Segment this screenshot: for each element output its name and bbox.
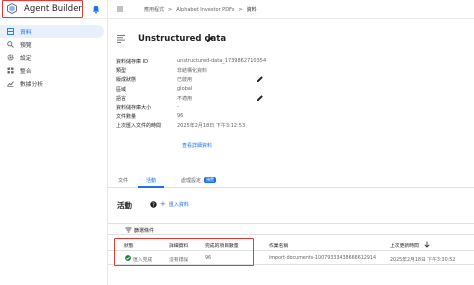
detail-row-language: 語言 不適用 [116, 94, 276, 103]
detail-label: 語言 [116, 95, 127, 102]
filter-icon [125, 227, 132, 233]
column-header-job-name[interactable]: 作業名稱 [269, 242, 288, 249]
row-last-updated: 2025年2月18日 下午3:30:52 [390, 258, 456, 263]
breadcrumb-current: 資料 [246, 7, 257, 13]
breadcrumb-apps[interactable]: 應用程式 [144, 6, 164, 13]
detail-row-region: 區域 global [116, 85, 276, 94]
unstructured-data-icon [117, 35, 125, 43]
detail-label: 上次匯入文件的時間 [116, 123, 162, 130]
sidebar-item-label: 整合 [20, 69, 32, 75]
svg-text:?: ? [152, 202, 155, 208]
highlight-box-status-columns [114, 238, 254, 266]
detail-row-size: 資料儲存庫大小 - [116, 103, 276, 112]
sidebar-item-integration[interactable]: 整合 [0, 64, 108, 77]
detail-value: 已啟用 [177, 77, 193, 84]
detail-row-document-count: 文件數量 96 [116, 112, 276, 121]
row-job-name: import-documents-10079333438666612914 [269, 256, 377, 261]
tab-activity[interactable]: 活動 [146, 177, 156, 184]
top-bar: 應用程式 > Alphabet Investor PDFs > 資料 [108, 0, 474, 19]
breadcrumb-separator: > [238, 6, 243, 13]
detail-row-store-id: 資料儲存庫 ID unstructured-data_1739862710354 [116, 57, 276, 66]
breadcrumb: 應用程式 > Alphabet Investor PDFs > 資料 [144, 6, 257, 14]
detail-label: 區域 [116, 86, 127, 93]
detail-value: - [177, 103, 179, 110]
highlight-box-app-title [2, 0, 83, 18]
sort-descending-icon[interactable] [424, 241, 430, 248]
detail-value: 非結構化資料 [177, 68, 208, 75]
sidebar-item-settings[interactable]: 設定 [0, 51, 108, 64]
detail-label: 文件數量 [116, 114, 137, 121]
detail-label: 資料儲存庫大小 [116, 104, 152, 111]
view-details-link[interactable]: 查看詳細資料 [182, 142, 212, 149]
detail-value: 96 [177, 113, 184, 120]
active-tab-indicator [138, 186, 164, 188]
sidebar: Agent Builder 資料 預覽 設定 整合 數據分析 [0, 0, 108, 285]
sidebar-item-preview[interactable]: 預覽 [0, 38, 108, 51]
detail-value: 不適用 [177, 95, 193, 102]
activity-title: 活動 [117, 201, 132, 210]
data-store-details: 資料儲存庫 ID unstructured-data_1739862710354… [116, 57, 276, 131]
edit-title-pencil-icon[interactable] [206, 35, 214, 43]
plus-icon: + [160, 200, 166, 208]
tab-documents[interactable]: 文件 [118, 177, 128, 184]
tab-bar: 文件 活動 處理設定 預覽 [108, 173, 474, 188]
filter-bar[interactable]: 篩選條件 [108, 223, 474, 235]
sidebar-item-label: 資料 [20, 30, 32, 36]
detail-label: 版成狀態 [116, 77, 137, 84]
filter-label: 篩選條件 [134, 228, 155, 234]
sidebar-item-label: 數據分析 [20, 82, 44, 88]
tab-processing-settings[interactable]: 處理設定 預覽 [181, 177, 217, 184]
detail-value: unstructured-data_1739862710354 [177, 58, 267, 64]
detail-row-type: 類型 非結構化資料 [116, 66, 276, 75]
sidebar-header: Agent Builder [0, 0, 108, 19]
database-icon [7, 28, 14, 35]
sidebar-item-analytics[interactable]: 數據分析 [0, 77, 108, 90]
chart-icon [7, 81, 14, 87]
edit-status-pencil-icon[interactable] [256, 75, 264, 83]
sidebar-item-label: 預覽 [20, 43, 32, 49]
pin-icon[interactable] [92, 5, 100, 14]
detail-label: 資料儲存庫 ID [116, 59, 148, 65]
sidebar-item-label: 設定 [20, 56, 32, 62]
search-icon [7, 41, 14, 48]
import-data-label: 匯入資料 [168, 201, 189, 208]
detail-value: 2025年2月18日 下午3:12:53 [177, 123, 246, 130]
detail-label: 類型 [116, 68, 127, 75]
import-data-button[interactable]: + 匯入資料 [160, 199, 189, 209]
gear-icon [7, 54, 14, 61]
preview-badge: 預覽 [204, 177, 217, 183]
detail-row-last-import: 上次匯入文件的時間 2025年2月18日 下午3:12:53 [116, 121, 276, 130]
column-header-last-updated[interactable]: 上次更新時間 [390, 242, 419, 249]
sidebar-nav: 資料 預覽 設定 整合 數據分析 [0, 25, 108, 90]
grid-icon [7, 67, 14, 74]
collapse-icon[interactable] [116, 5, 124, 13]
sidebar-item-data[interactable]: 資料 [0, 25, 104, 38]
edit-language-pencil-icon[interactable] [256, 94, 264, 102]
tab-label: 處理設定 [181, 178, 202, 184]
breadcrumb-app-name[interactable]: Alphabet Investor PDFs [176, 7, 234, 13]
detail-value: global [177, 85, 193, 92]
detail-row-status: 版成狀態 已啟用 [116, 75, 276, 84]
help-icon[interactable]: ? [150, 201, 157, 208]
breadcrumb-separator: > [168, 6, 173, 13]
